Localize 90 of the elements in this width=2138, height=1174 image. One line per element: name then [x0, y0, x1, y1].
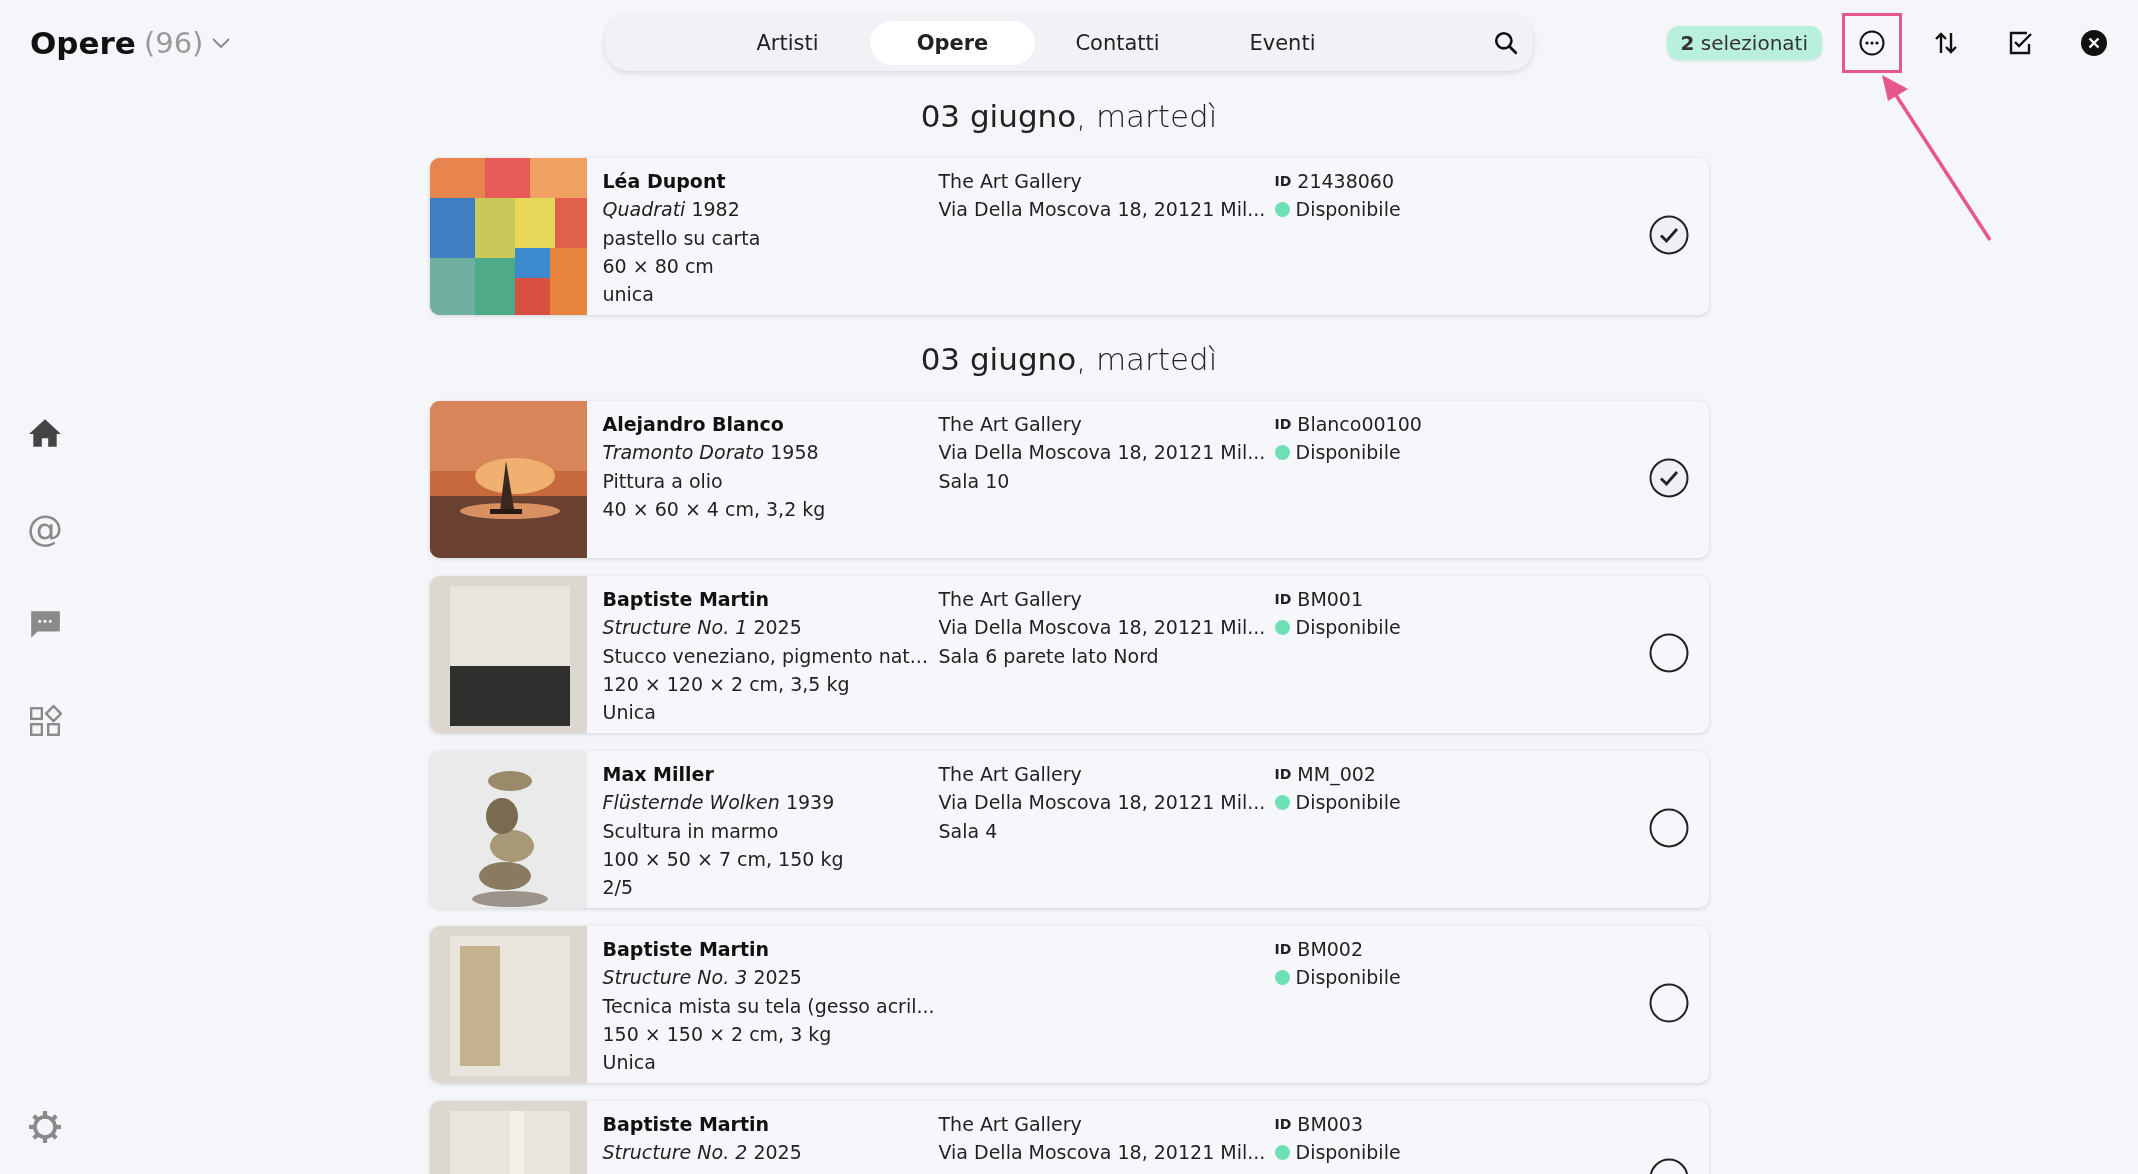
chevron-down-icon[interactable] — [211, 37, 232, 49]
status-text: Disponibile — [1295, 1140, 1401, 1166]
artwork-id: BM001 — [1297, 587, 1364, 612]
artwork-detail: 150 × 150 × 2 cm, 3 kg — [602, 1021, 833, 1047]
artwork-detail: 40 × 60 × 4 cm, 3,2 kg — [602, 496, 827, 522]
status-dot — [1274, 794, 1290, 810]
id-label: ID — [1274, 1115, 1292, 1134]
status-text: Disponibile — [1295, 790, 1401, 816]
page-title: Opere — [30, 25, 136, 61]
artwork-detail: Tecnica mista su tela (gesso acril... — [602, 993, 936, 1019]
location-text: The Art Gallery — [938, 1112, 1083, 1137]
id-label: ID — [1274, 172, 1292, 191]
location-text: Via Della Moscova 18, 20121 Mil... — [938, 197, 1267, 223]
artist-name: Baptiste Martin — [602, 1112, 771, 1137]
status-dot — [1274, 201, 1290, 217]
id-label: ID — [1274, 940, 1292, 959]
artwork-detail: 100 × 50 × 7 cm, 150 kg — [602, 846, 845, 872]
artwork-card[interactable]: Baptiste Martin Structure No. 2 2025 The Art Gallery Via Della Moscova 18, 20121 Mil... ID BM003 Disponibile — [429, 1101, 1709, 1174]
tab[interactable]: Eventi — [1200, 21, 1365, 65]
select-checkbox[interactable] — [1648, 808, 1689, 848]
artwork-id: 21438060 — [1297, 169, 1395, 194]
artwork-title: Structure No. 1 2025 — [602, 615, 803, 641]
location-text: Sala 4 — [938, 818, 999, 844]
location-text: Via Della Moscova 18, 20121 Mil... — [938, 1140, 1267, 1166]
location-text: The Art Gallery — [938, 587, 1083, 612]
artwork-detail: 2/5 — [602, 875, 635, 901]
artwork-detail: Unica — [602, 1050, 657, 1076]
artwork-title: Tramonto Dorato 1958 — [602, 440, 820, 466]
location-text: Via Della Moscova 18, 20121 Mil... — [938, 790, 1267, 816]
artwork-title: Structure No. 3 2025 — [602, 965, 803, 991]
id-label: ID — [1274, 590, 1292, 609]
artwork-card[interactable]: Léa Dupont Quadrati 1982 pastello su carta 60 × 80 cm unica The Art Gallery Via Della Moscova 18, 20121 Mil... ID 21438060 Disponibile — [429, 158, 1709, 315]
artwork-detail: 120 × 120 × 2 cm, 3,5 kg — [602, 671, 851, 697]
artist-name: Baptiste Martin — [602, 937, 771, 962]
artwork-detail: Stucco veneziano, pigmento nat... — [602, 643, 929, 669]
artwork-detail: 60 × 80 cm — [602, 253, 715, 279]
artist-name: Alejandro Blanco — [602, 412, 785, 437]
artwork-detail: Scultura in marmo — [602, 818, 780, 844]
artwork-id: BM002 — [1297, 937, 1364, 962]
select-checkbox[interactable] — [1648, 215, 1689, 255]
id-label: ID — [1274, 765, 1292, 784]
artwork-detail: Pittura a olio — [602, 468, 724, 494]
id-label: ID — [1274, 415, 1292, 434]
artwork-detail: unica — [602, 282, 655, 308]
artwork-id: MM_002 — [1297, 762, 1376, 788]
select-checkbox[interactable] — [1648, 983, 1689, 1023]
status-text: Disponibile — [1295, 440, 1401, 466]
artwork-title: Flüsternde Wolken 1939 — [602, 790, 836, 816]
select-checkbox[interactable] — [1648, 458, 1689, 498]
location-text: Via Della Moscova 18, 20121 Mil... — [938, 615, 1267, 641]
tab[interactable]: Contatti — [1035, 21, 1200, 65]
artwork-card[interactable]: Baptiste Martin Structure No. 3 2025 Tecnica mista su tela (gesso acril... 150 × 150 × 2 cm, 3 kg Unica ID BM002 Disponibile — [429, 926, 1709, 1083]
close-icon[interactable] — [2080, 29, 2108, 57]
location-text: The Art Gallery — [938, 169, 1083, 194]
location-text: The Art Gallery — [938, 412, 1083, 437]
apps-icon[interactable] — [28, 704, 62, 738]
date-heading: 03 giugno, martedì — [920, 98, 1218, 134]
status-dot — [1274, 1144, 1290, 1160]
artwork-id: Blanco00100 — [1297, 412, 1422, 437]
status-dot — [1274, 444, 1290, 460]
item-count: (96) — [143, 26, 204, 60]
artwork-card[interactable]: Baptiste Martin Structure No. 1 2025 Stucco veneziano, pigmento nat... 120 × 120 × 2 cm, 3,5 kg Unica The Art Gallery Via Della Moscova 18, 20121 Mil... Sala 6 parete lato Nord ID BM001 Disponibile — [429, 576, 1709, 733]
status-text: Disponibile — [1295, 965, 1401, 991]
tab[interactable]: Artisti — [705, 21, 870, 65]
location-text: The Art Gallery — [938, 762, 1083, 787]
status-text: Disponibile — [1295, 197, 1401, 223]
artist-name: Baptiste Martin — [602, 587, 771, 612]
settings-icon[interactable] — [28, 1110, 62, 1144]
status-dot — [1274, 969, 1290, 985]
select-checkbox[interactable] — [1648, 633, 1689, 673]
artist-name: Max Miller — [602, 762, 715, 787]
tab[interactable]: Opere — [870, 21, 1035, 65]
artist-name: Léa Dupont — [602, 169, 727, 194]
artwork-card[interactable]: Alejandro Blanco Tramonto Dorato 1958 Pittura a olio 40 × 60 × 4 cm, 3,2 kg The Art Gallery Via Della Moscova 18, 20121 Mil... Sala 10 ID Blanco00100 Disponibile — [429, 401, 1709, 558]
artwork-id: BM003 — [1297, 1112, 1364, 1137]
location-text: Sala 6 parete lato Nord — [938, 643, 1160, 669]
status-text: Disponibile — [1295, 615, 1401, 641]
date-heading: 03 giugno, martedì — [920, 341, 1218, 377]
more-options-icon[interactable] — [1858, 29, 1886, 57]
status-dot — [1274, 619, 1290, 635]
artwork-title: Quadrati 1982 — [602, 197, 741, 223]
artwork-detail: pastello su carta — [602, 225, 762, 251]
selection-badge: 2 selezionati — [1666, 26, 1822, 60]
artwork-detail: Unica — [602, 700, 657, 726]
location-text: Sala 10 — [938, 468, 1011, 494]
search-icon[interactable] — [1493, 30, 1519, 56]
artwork-title: Structure No. 2 2025 — [602, 1140, 803, 1166]
highlight-box — [1842, 13, 1902, 73]
location-text: Via Della Moscova 18, 20121 Mil... — [938, 440, 1267, 466]
artwork-card[interactable]: Max Miller Flüsternde Wolken 1939 Scultura in marmo 100 × 50 × 7 cm, 150 kg 2/5 The Art Gallery Via Della Moscova 18, 20121 Mil... Sala 4 ID MM_002 Disponibile — [429, 751, 1709, 908]
